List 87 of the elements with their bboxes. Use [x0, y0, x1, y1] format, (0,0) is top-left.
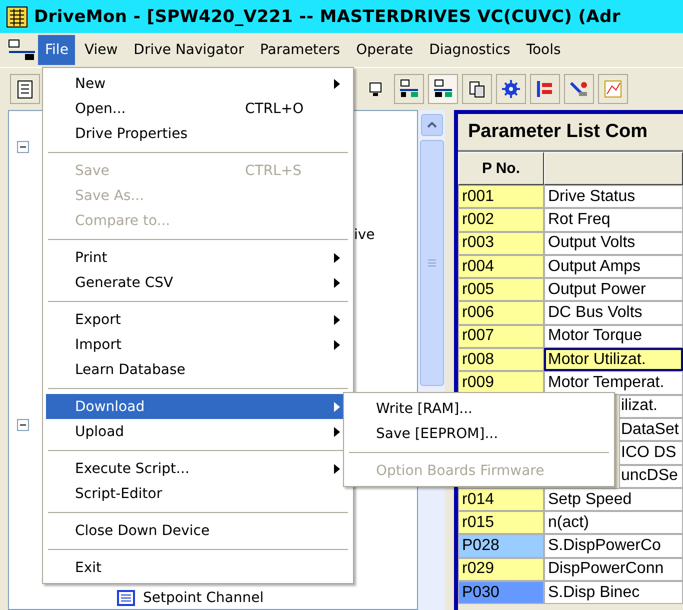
description-cell[interactable]: ICO DS [619, 441, 683, 465]
description-cell[interactable]: S.Disp Binec [544, 581, 683, 604]
menu-item[interactable]: Drive Properties [46, 121, 350, 146]
menu-bar-item[interactable]: Parameters [252, 35, 348, 65]
network-icon [8, 39, 36, 61]
shortcut-label: CTRL+O [245, 100, 304, 116]
toolbar-button[interactable] [496, 74, 526, 104]
window-title: DriveMon - [SPW420_V221 -- MASTERDRIVES VC(CUVC) (Adr [34, 6, 620, 26]
toolbar-button[interactable] [462, 74, 492, 104]
menu-bar-item[interactable]: Tools [519, 35, 568, 65]
menu-bar-item[interactable]: View [77, 35, 125, 65]
description-cell[interactable]: Setp Speed [544, 488, 683, 512]
pages-icon [467, 79, 487, 99]
panel-title: Parameter List Com [458, 114, 683, 152]
menu-bar-item[interactable]: Drive Navigator [126, 35, 251, 65]
description-cell[interactable]: Output Volts [544, 232, 683, 255]
description-cell[interactable]: ilizat. [619, 394, 683, 418]
description-cell[interactable]: DC Bus Volts [544, 301, 683, 325]
parameter-number-cell: r004 [458, 254, 544, 278]
column-header[interactable]: P No. [458, 152, 544, 185]
description-cell[interactable]: Motor Temperat. [544, 371, 683, 395]
submenu-arrow-icon [334, 78, 340, 88]
menu-item[interactable]: New [46, 71, 350, 96]
list-icon [117, 590, 135, 606]
network-icon [433, 79, 453, 99]
menu-bar-item[interactable]: Diagnostics [422, 35, 518, 65]
toolbar-button[interactable] [530, 74, 560, 104]
submenu-arrow-icon [334, 464, 340, 474]
toolbar-button[interactable] [10, 74, 40, 104]
description-cell[interactable]: Motor Torque [544, 324, 683, 348]
parameter-number-cell: r003 [458, 232, 544, 255]
parameter-number-cell: r002 [458, 208, 544, 232]
chevron-up-icon [426, 122, 436, 128]
menu-item[interactable]: Import [46, 332, 350, 357]
menu-item[interactable]: Open... CTRL+O [46, 96, 350, 121]
submenu-arrow-icon [334, 426, 340, 436]
submenu-arrow-icon [334, 278, 340, 288]
toolbar-button[interactable] [428, 74, 458, 104]
description-cell[interactable]: Rot Freq [544, 208, 683, 232]
parameter-number-cell: r006 [458, 301, 544, 325]
menu-bar-item[interactable]: Operate [349, 35, 420, 65]
description-cell[interactable]: uncDSe [619, 464, 683, 488]
parameter-number-cell: r008 [458, 348, 544, 372]
chart-icon [603, 79, 623, 99]
parameter-number-cell: P028 [458, 534, 544, 558]
network-icon [399, 79, 419, 99]
parameter-number-cell: r007 [458, 324, 544, 348]
parameter-number-cell: r029 [458, 558, 544, 582]
submenu-arrow-icon [334, 252, 340, 262]
description-cell[interactable]: Drive Status [544, 185, 683, 208]
menu-item[interactable]: Generate CSV [46, 270, 350, 295]
shortcut-label: CTRL+S [245, 162, 302, 178]
notepad-icon [15, 79, 35, 99]
menu-item[interactable]: Close Down Device [46, 518, 350, 543]
description-cell[interactable]: Output Amps [544, 254, 683, 278]
menu-item[interactable]: Learn Database [46, 357, 350, 382]
menu-item[interactable]: Print [46, 245, 350, 270]
description-cell[interactable]: Output Power [544, 278, 683, 302]
parameter-number-cell: r001 [458, 185, 544, 208]
scrollbar-thumb[interactable] [420, 140, 444, 386]
menu-item[interactable]: Exit [46, 555, 350, 580]
toolbar-button[interactable] [394, 74, 424, 104]
parameter-number-cell: P030 [458, 581, 544, 604]
menu-bar-item[interactable]: File [38, 35, 76, 65]
submenu-arrow-icon [334, 402, 340, 412]
app-icon [6, 6, 28, 28]
parameter-number-cell: r014 [458, 488, 544, 512]
toolbar-button[interactable] [564, 74, 594, 104]
collapse-icon[interactable] [17, 141, 29, 153]
collapse-icon[interactable] [17, 419, 29, 431]
description-cell[interactable]: S.DispPowerCo [544, 534, 683, 558]
column-header[interactable] [544, 152, 683, 185]
description-cell[interactable]: DataSet [619, 418, 683, 442]
menu-item[interactable]: Write [RAM]... [347, 396, 611, 421]
submenu-arrow-icon [334, 314, 340, 324]
parameter-number-cell: r015 [458, 511, 544, 534]
tree-item[interactable]: Setpoint Channel [143, 590, 264, 606]
tree-item-label: ive [354, 227, 376, 243]
scroll-up-button[interactable] [420, 114, 442, 136]
menu-item[interactable]: Export [46, 307, 350, 332]
description-cell[interactable]: Motor Utilizat. [544, 348, 683, 372]
menu-item[interactable]: Script-Editor [46, 481, 350, 506]
description-cell[interactable]: DispPowerConn [544, 558, 683, 582]
parameter-number-cell: r005 [458, 278, 544, 302]
description-cell[interactable]: n(act) [544, 511, 683, 534]
menu-item[interactable]: Save [EEPROM]... [347, 421, 611, 446]
submenu-arrow-icon [334, 340, 340, 350]
